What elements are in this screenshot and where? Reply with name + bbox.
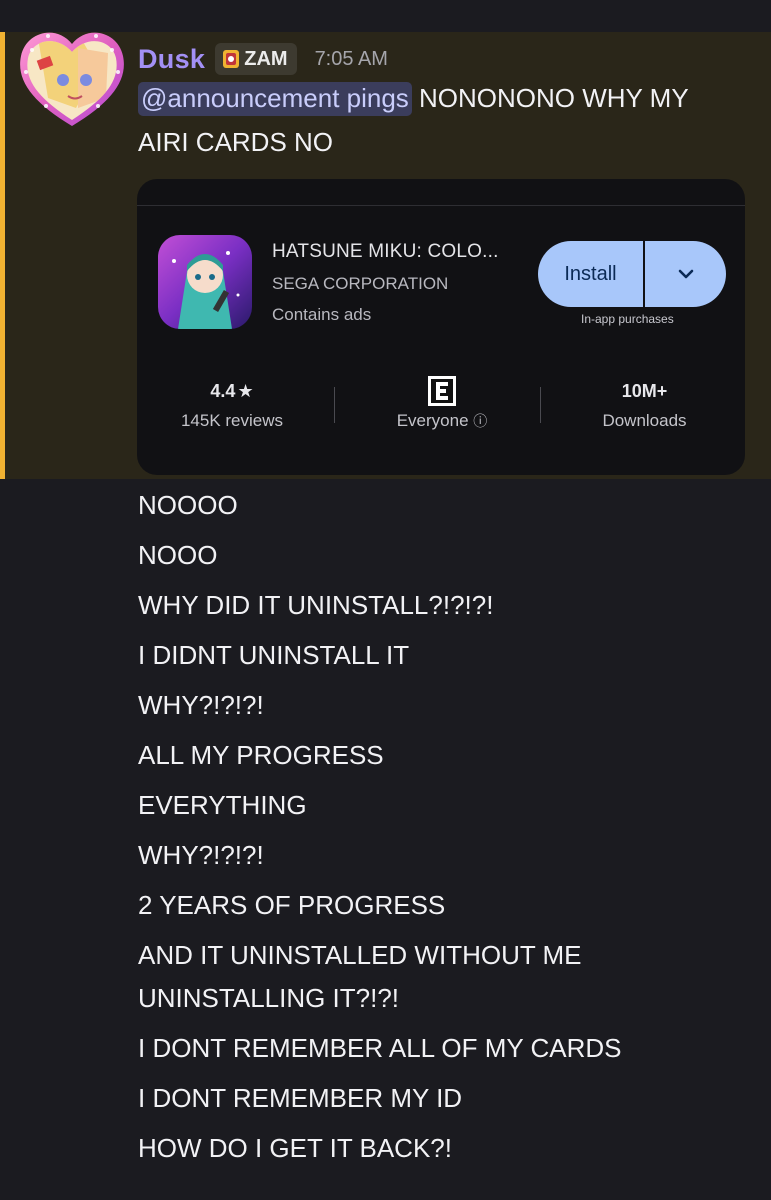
play-store-embed[interactable]: HATSUNE MIKU: COLO... SEGA CORPORATION C… <box>137 179 745 475</box>
mention-highlight-bar <box>0 32 5 479</box>
server-tag-label: ZAM <box>244 47 288 70</box>
downloads-label: Downloads <box>602 411 687 430</box>
message-header: Dusk ZAM 7:05 AM <box>138 41 388 77</box>
message-line-1: @announcement pings NONONONO WHY MY <box>138 82 689 116</box>
followup-message: UNINSTALLING IT?!?! <box>138 983 400 1013</box>
info-icon[interactable]: ⓘ <box>473 413 487 429</box>
content-rating-stat[interactable]: Everyone ⓘ <box>367 376 517 431</box>
message-line-2: AIRI CARDS NO <box>138 127 334 157</box>
followup-message: WHY?!?!?! <box>138 840 264 870</box>
app-developer[interactable]: SEGA CORPORATION <box>272 274 448 294</box>
contains-ads-label: Contains ads <box>272 305 372 324</box>
followup-message: I DONT REMEMBER ALL OF MY CARDS <box>138 1033 622 1063</box>
downloads-stat[interactable]: 10M+ Downloads <box>577 377 712 431</box>
followup-message: WHY DID IT UNINSTALL?!?!?! <box>138 590 494 620</box>
install-button-group: Install <box>538 241 726 307</box>
rating-stat[interactable]: 4.4 ★ 145K reviews <box>167 377 297 431</box>
stat-divider-2 <box>540 387 541 423</box>
role-mention[interactable]: @announcement pings <box>138 82 412 116</box>
downloads-count: 10M+ <box>621 380 668 401</box>
install-button[interactable]: Install <box>538 241 643 307</box>
followup-message: HOW DO I GET IT BACK?! <box>138 1133 452 1163</box>
esrb-everyone-icon <box>428 376 456 406</box>
followup-message: WHY?!?!?! <box>138 690 264 720</box>
followup-message: NOOOO <box>138 490 238 520</box>
timestamp: 7:05 AM <box>314 47 388 70</box>
followup-message: NOOO <box>138 540 218 570</box>
followup-message: ALL MY PROGRESS <box>138 740 384 770</box>
followup-message: I DIDNT UNINSTALL IT <box>138 640 410 670</box>
chevron-down-icon <box>678 269 693 279</box>
server-tag-icon <box>223 50 240 68</box>
app-icon-image <box>158 235 252 329</box>
app-icon[interactable] <box>158 235 252 329</box>
star-icon: ★ <box>237 380 254 401</box>
stat-divider-1 <box>334 387 335 423</box>
reviews-count: 145K reviews <box>180 411 284 430</box>
app-title[interactable]: HATSUNE MIKU: COLO... <box>272 241 499 263</box>
username[interactable]: Dusk <box>138 44 205 75</box>
followup-message: 2 YEARS OF PROGRESS <box>138 890 446 920</box>
user-avatar[interactable] <box>18 28 126 128</box>
avatar-heart-frame <box>20 32 124 126</box>
followup-message: I DONT REMEMBER MY ID <box>138 1083 463 1113</box>
embed-divider <box>137 205 745 206</box>
message-line-1-text: NONONONO WHY MY <box>411 83 689 113</box>
followup-message: AND IT UNINSTALLED WITHOUT ME <box>138 940 582 970</box>
server-tag[interactable]: ZAM <box>215 43 297 75</box>
in-app-purchases-label: In-app purchases <box>581 312 674 326</box>
content-rating-label: Everyone <box>396 411 469 430</box>
rating-value: 4.4 <box>210 380 236 401</box>
followup-message: EVERYTHING <box>138 790 307 820</box>
install-dropdown-button[interactable] <box>645 241 726 307</box>
